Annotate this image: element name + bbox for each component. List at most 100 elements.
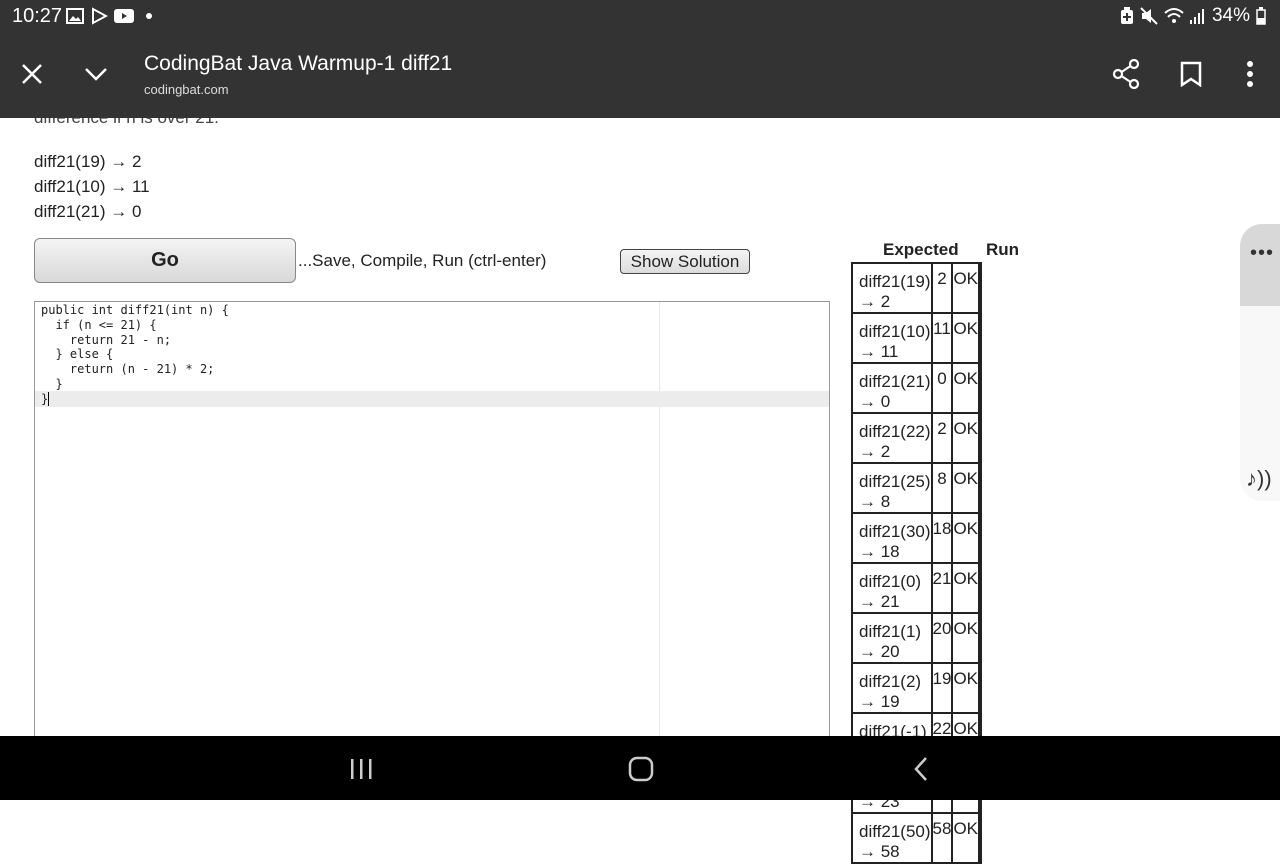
- pass-indicator: [978, 812, 982, 864]
- code-line: if (n <= 21) {: [41, 317, 157, 332]
- result-row: diff21(2) → 19 19 OK: [851, 662, 982, 714]
- pass-indicator: [978, 412, 982, 464]
- save-compile-hint: ...Save, Compile, Run (ctrl-enter): [298, 251, 547, 270]
- text-cursor: [48, 392, 50, 407]
- run-value-cell: 2: [930, 412, 954, 464]
- more-options-button[interactable]: [1230, 54, 1270, 94]
- recent-apps-icon: [351, 759, 372, 779]
- go-button[interactable]: Go: [34, 238, 296, 283]
- code-line: public int diff21(int n) {: [41, 303, 229, 317]
- status-cell: OK: [951, 662, 980, 714]
- navigation-bar: [0, 736, 1280, 800]
- edge-panel-handle[interactable]: •••: [1240, 224, 1280, 306]
- pass-indicator: [978, 262, 982, 314]
- back-icon: [914, 757, 927, 781]
- battery-percent: 34%: [1211, 5, 1250, 26]
- play-store-icon: [92, 7, 108, 25]
- expected-cell: diff21(0) → 21: [851, 562, 933, 614]
- result-row: diff21(25) → 8 8 OK: [851, 462, 982, 514]
- share-button[interactable]: [1106, 54, 1146, 94]
- show-solution-button[interactable]: Show Solution: [620, 249, 750, 274]
- run-value-cell: 20: [930, 612, 954, 664]
- pass-indicator: [978, 362, 982, 414]
- code-line: return 21 - n;: [41, 332, 172, 347]
- code-line: }: [41, 376, 63, 391]
- pass-indicator: [978, 662, 982, 714]
- code-line: return (n - 21) * 2;: [41, 362, 215, 377]
- image-notification-icon: [66, 8, 84, 24]
- system-status: 34%: [1120, 5, 1266, 27]
- chevron-down-icon: [85, 68, 107, 81]
- expected-cell: diff21(21) → 0: [851, 362, 933, 414]
- home-icon: [628, 756, 654, 782]
- run-header: Run: [986, 240, 1020, 259]
- share-icon: [1112, 59, 1140, 89]
- example-line: diff21(21) → 0: [34, 202, 142, 221]
- signal-icon: [1189, 9, 1204, 24]
- close-button[interactable]: [12, 54, 52, 94]
- battery-saver-icon: [1120, 7, 1133, 24]
- code-editor[interactable]: public int diff21(int n) { if (n <= 21) …: [34, 301, 830, 736]
- pass-indicator: [978, 312, 982, 364]
- example-line: diff21(10) → 11: [34, 177, 150, 196]
- run-value-cell: 2: [930, 262, 954, 314]
- run-value-cell: 19: [930, 662, 954, 714]
- page-title: CodingBat Java Warmup-1 diff21: [144, 52, 453, 75]
- result-row: diff21(0) → 21 21 OK: [851, 562, 982, 614]
- pass-indicator: [978, 512, 982, 564]
- youtube-icon: [114, 9, 134, 23]
- expected-cell: diff21(30) → 18: [851, 512, 933, 564]
- expected-cell: diff21(22) → 2: [851, 412, 933, 464]
- audio-icon[interactable]: ♪)): [1246, 466, 1272, 492]
- result-row: diff21(50) → 58 58 OK: [851, 812, 982, 864]
- expected-header: Expected: [883, 240, 959, 259]
- mute-icon: [1140, 7, 1158, 25]
- bookmark-button[interactable]: [1171, 54, 1211, 94]
- examples: diff21(19) → 2 diff21(10) → 11 diff21(21…: [34, 149, 150, 224]
- status-cell: OK: [951, 612, 980, 664]
- print-margin: [659, 302, 660, 736]
- result-row: diff21(21) → 0 0 OK: [851, 362, 982, 414]
- status-cell: OK: [951, 562, 980, 614]
- expected-cell: diff21(25) → 8: [851, 462, 933, 514]
- status-cell: OK: [951, 512, 980, 564]
- back-button[interactable]: [901, 752, 941, 786]
- status-cell: OK: [951, 262, 980, 314]
- home-button[interactable]: [621, 752, 661, 786]
- recent-apps-button[interactable]: [341, 752, 381, 786]
- wifi-icon: [1164, 8, 1184, 23]
- run-value-cell: 58: [930, 812, 954, 864]
- status-cell: OK: [951, 412, 980, 464]
- more-notifications-dot: [146, 13, 152, 19]
- expected-cell: diff21(2) → 19: [851, 662, 933, 714]
- status-cell: OK: [951, 812, 980, 864]
- result-row: diff21(30) → 18 18 OK: [851, 512, 982, 564]
- pass-indicator: [978, 562, 982, 614]
- expected-cell: diff21(19) → 2: [851, 262, 933, 314]
- minimize-button[interactable]: [76, 54, 116, 94]
- pass-indicator: [978, 462, 982, 514]
- status-bar: 10:27 34%: [0, 0, 1280, 32]
- run-value-cell: 21: [930, 562, 954, 614]
- status-cell: OK: [951, 462, 980, 514]
- run-value-cell: 11: [930, 312, 954, 364]
- status-cell: OK: [951, 312, 980, 364]
- custom-tab-toolbar: CodingBat Java Warmup-1 diff21 codingbat…: [0, 32, 1280, 118]
- code-text[interactable]: public int diff21(int n) { if (n <= 21) …: [41, 303, 229, 407]
- status-cell: OK: [951, 362, 980, 414]
- result-row: diff21(10) → 11 11 OK: [851, 312, 982, 364]
- close-icon: [22, 64, 42, 84]
- result-row: diff21(19) → 2 2 OK: [851, 262, 982, 314]
- status-time: 10:27: [12, 5, 63, 27]
- expected-cell: diff21(1) → 20: [851, 612, 933, 664]
- bookmark-icon: [1180, 61, 1202, 87]
- problem-description-partial: difference if n is over 21.: [34, 118, 219, 128]
- pass-indicator: [978, 612, 982, 664]
- page-url: codingbat.com: [144, 82, 229, 97]
- expected-cell: diff21(50) → 58: [851, 812, 933, 864]
- run-value-cell: 8: [930, 462, 954, 514]
- page-content: difference if n is over 21. diff21(19) →…: [0, 118, 1280, 736]
- code-line: }: [41, 391, 49, 406]
- expected-cell: diff21(10) → 11: [851, 312, 933, 364]
- result-row: diff21(22) → 2 2 OK: [851, 412, 982, 464]
